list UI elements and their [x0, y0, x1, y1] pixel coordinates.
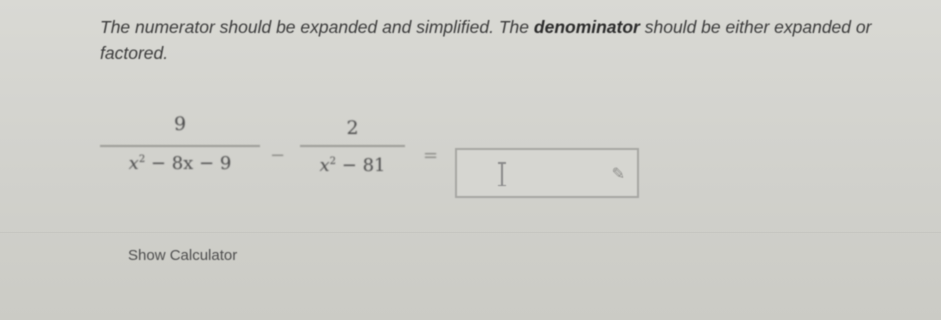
fraction-1-denominator: x2 − 8x − 9	[100, 153, 260, 174]
show-calculator-link[interactable]: Show Calculator	[128, 247, 237, 264]
fraction-1-numerator: 9	[173, 113, 187, 135]
fraction-2: 2 x2 − 81	[300, 105, 405, 195]
instructions-text-1: The numerator should be expanded and sim…	[100, 17, 534, 37]
fraction-1-den-rest: − 8x − 9	[145, 153, 232, 174]
fraction-2-numerator: 2	[346, 117, 359, 139]
fraction-1-bar	[100, 145, 260, 147]
divider	[0, 232, 941, 233]
fraction-1-den-var: x	[128, 153, 139, 174]
answer-input[interactable]: ✎	[455, 148, 639, 198]
fraction-2-bar	[300, 145, 405, 147]
fraction-1: 9 x2 − 8x − 9	[100, 105, 260, 195]
instructions-bold-denominator: denominator	[533, 17, 640, 37]
fraction-2-denominator: x2 − 81	[300, 155, 405, 176]
pencil-icon[interactable]: ✎	[612, 164, 625, 184]
minus-operator: −	[270, 145, 286, 166]
equals-sign: =	[423, 145, 439, 166]
text-cursor-icon	[498, 162, 506, 186]
fraction-2-den-var: x	[319, 155, 330, 176]
instructions: The numerator should be expanded and sim…	[100, 14, 930, 66]
fraction-2-den-rest: − 81	[336, 155, 386, 176]
